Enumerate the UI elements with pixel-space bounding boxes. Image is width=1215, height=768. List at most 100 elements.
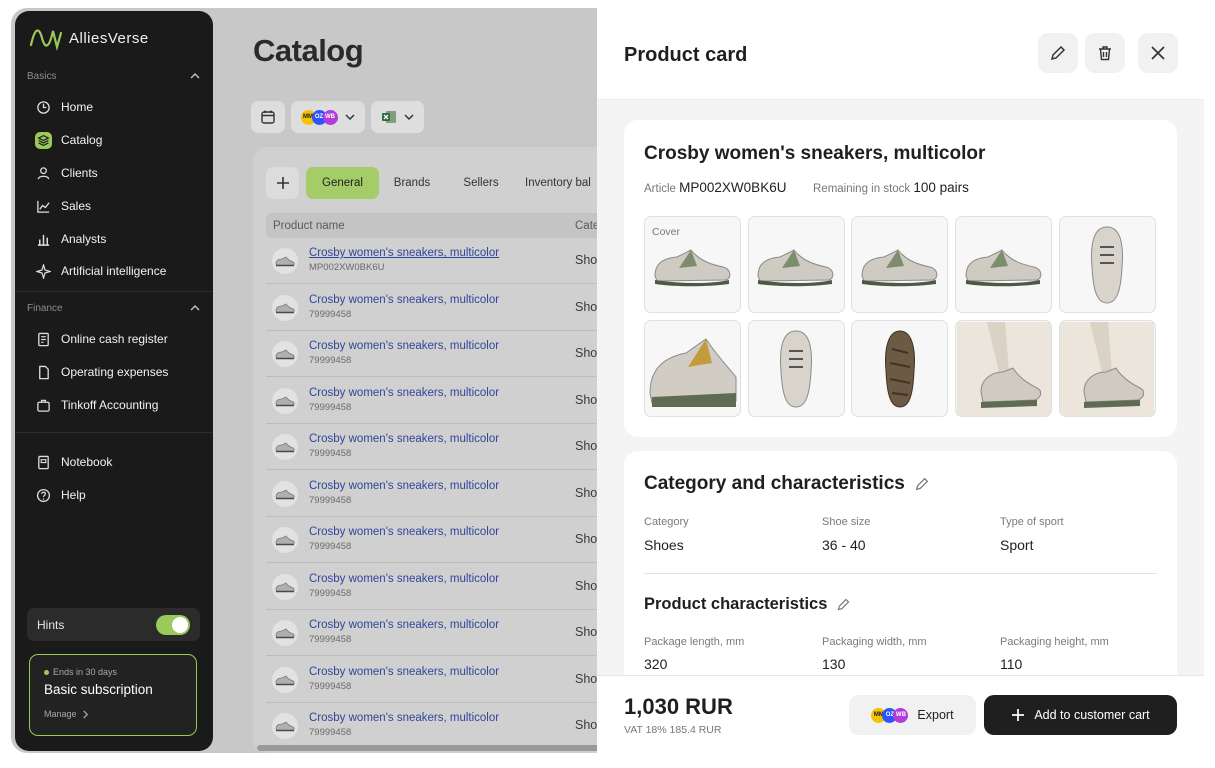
product-category: Sho bbox=[575, 718, 598, 732]
table-row[interactable]: Crosby women's sneakers, multicolor 79999… bbox=[266, 285, 613, 331]
product-name-link[interactable]: Crosby women's sneakers, multicolor bbox=[309, 294, 499, 306]
table-row[interactable]: Crosby women's sneakers, multicolor 79999… bbox=[266, 471, 613, 517]
table-row[interactable]: Crosby women's sneakers, multicolor MP002… bbox=[266, 238, 613, 284]
product-image-thumbnail[interactable] bbox=[1058, 216, 1156, 313]
hints-toggle[interactable] bbox=[156, 614, 190, 635]
logo: AlliesVerse bbox=[29, 25, 149, 51]
section-basics-header[interactable]: Basics bbox=[27, 70, 201, 82]
line-chart-icon bbox=[35, 198, 52, 215]
product-name-link[interactable]: Crosby women's sneakers, multicolor bbox=[309, 247, 499, 259]
product-category: Sho bbox=[575, 578, 598, 593]
plus-icon bbox=[1012, 709, 1025, 721]
product-thumbnail bbox=[272, 666, 298, 693]
product-image-thumbnail[interactable] bbox=[851, 320, 949, 417]
product-thumbnail bbox=[272, 527, 298, 553]
hints-label: Hints bbox=[37, 617, 65, 632]
tab-general[interactable]: General bbox=[306, 167, 379, 199]
excel-export-select[interactable] bbox=[371, 101, 424, 133]
trash-icon bbox=[1099, 46, 1111, 61]
product-name-link[interactable]: Crosby women's sneakers, multicolor bbox=[309, 526, 499, 538]
product-image-thumbnail[interactable] bbox=[747, 216, 845, 313]
product-name-link[interactable]: Crosby women's sneakers, multicolor bbox=[309, 619, 499, 631]
product-thumbnail bbox=[272, 387, 298, 414]
subscription-card[interactable]: Ends in 30 days Basic subscription Manag… bbox=[29, 654, 197, 736]
product-image-thumbnail[interactable] bbox=[851, 216, 949, 313]
product-name-link[interactable]: Crosby women's sneakers, multicolor bbox=[309, 573, 499, 585]
pencil-icon[interactable] bbox=[836, 597, 851, 612]
product-code: 79999458 bbox=[309, 355, 352, 366]
delete-button[interactable] bbox=[1085, 33, 1125, 73]
product-image-thumbnail[interactable]: Cover bbox=[644, 216, 741, 313]
sidebar-item-operating-expenses[interactable]: Operating expenses bbox=[27, 357, 201, 387]
product-image-thumbnail[interactable] bbox=[955, 216, 1053, 313]
table-row[interactable]: Crosby women's sneakers, multicolor 79999… bbox=[266, 657, 613, 703]
edit-button[interactable] bbox=[1038, 33, 1078, 73]
product-thumbnail bbox=[272, 713, 298, 739]
product-name-link[interactable]: Crosby women's sneakers, multicolor bbox=[309, 712, 499, 724]
product-category: Sho bbox=[575, 346, 598, 360]
document-icon bbox=[35, 364, 52, 381]
sidebar-item-analysts[interactable]: Analysts bbox=[27, 224, 201, 254]
chevron-up-icon bbox=[190, 304, 200, 311]
section-finance-header[interactable]: Finance bbox=[27, 302, 201, 314]
table-row[interactable]: Crosby women's sneakers, multicolor 79999… bbox=[266, 378, 613, 424]
sidebar-item-home[interactable]: Home bbox=[27, 92, 201, 122]
logo-wave-icon bbox=[29, 29, 63, 51]
characteristics-box: Category and characteristics Category Sh… bbox=[624, 451, 1177, 691]
layers-icon bbox=[35, 131, 52, 149]
vat-info: VAT 18% 185.4 RUR bbox=[624, 724, 722, 736]
product-image-thumbnail[interactable] bbox=[1058, 320, 1156, 417]
pencil-icon[interactable] bbox=[914, 476, 930, 492]
sparkle-icon bbox=[35, 263, 52, 280]
product-code: 79999458 bbox=[309, 727, 352, 738]
marketplace-select[interactable]: MM OZ WB bbox=[291, 101, 365, 133]
hints-row: Hints bbox=[27, 608, 200, 641]
tab-sellers[interactable]: Sellers bbox=[450, 167, 512, 199]
sidebar-item-catalog[interactable]: Catalog bbox=[27, 125, 201, 155]
sidebar-item-sales[interactable]: Sales bbox=[27, 191, 201, 221]
marketplace-logos: MM OZ WB bbox=[300, 109, 338, 125]
table-row[interactable]: Crosby women's sneakers, multicolor 79999… bbox=[266, 703, 613, 749]
manage-link[interactable]: Manage bbox=[44, 709, 182, 719]
product-name-link[interactable]: Crosby women's sneakers, multicolor bbox=[309, 433, 499, 445]
product-code: 79999458 bbox=[309, 448, 352, 459]
product-name-link[interactable]: Crosby women's sneakers, multicolor bbox=[309, 666, 499, 678]
close-button[interactable] bbox=[1138, 33, 1178, 73]
help-icon bbox=[35, 487, 52, 504]
plus-icon bbox=[276, 177, 289, 189]
logo-text: AlliesVerse bbox=[69, 29, 149, 47]
product-name-link[interactable]: Crosby women's sneakers, multicolor bbox=[309, 340, 499, 352]
sidebar-item-clients[interactable]: Clients bbox=[27, 158, 201, 188]
product-name-link[interactable]: Crosby women's sneakers, multicolor bbox=[309, 480, 499, 492]
product-category: Sho bbox=[575, 485, 598, 500]
table-row[interactable]: Crosby women's sneakers, multicolor 79999… bbox=[266, 564, 613, 610]
product-image-thumbnail[interactable] bbox=[955, 320, 1053, 417]
table-row[interactable]: Crosby women's sneakers, multicolor 79999… bbox=[266, 424, 613, 470]
product-thumbnail bbox=[272, 620, 298, 646]
column-product-name[interactable]: Product name bbox=[273, 220, 345, 232]
sidebar-item-notebook[interactable]: Notebook bbox=[27, 447, 201, 477]
calendar-icon bbox=[261, 110, 275, 124]
column-category[interactable]: Cate bbox=[575, 220, 599, 232]
sidebar-item-tinkoff[interactable]: Tinkoff Accounting bbox=[27, 390, 201, 420]
horizontal-scrollbar[interactable] bbox=[257, 745, 607, 751]
calendar-button[interactable] bbox=[251, 101, 285, 133]
table-row[interactable]: Crosby women's sneakers, multicolor 79999… bbox=[266, 610, 613, 656]
notebook-icon bbox=[35, 454, 52, 471]
chevron-down-icon bbox=[344, 114, 355, 121]
export-button[interactable]: MM OZ WB Export bbox=[849, 695, 976, 735]
table-row[interactable]: Crosby women's sneakers, multicolor 79999… bbox=[266, 331, 613, 377]
user-icon bbox=[35, 165, 52, 182]
sidebar-item-ai[interactable]: Artificial intelligence bbox=[27, 256, 201, 286]
status-dot bbox=[44, 669, 49, 675]
sidebar-item-cash-register[interactable]: Online cash register bbox=[27, 324, 201, 354]
excel-icon bbox=[381, 111, 396, 123]
product-name-link[interactable]: Crosby women's sneakers, multicolor bbox=[309, 387, 499, 399]
product-image-thumbnail[interactable] bbox=[644, 320, 741, 417]
product-image-thumbnail[interactable] bbox=[747, 320, 845, 417]
add-to-cart-button[interactable]: Add to customer cart bbox=[984, 695, 1177, 735]
table-row[interactable]: Crosby women's sneakers, multicolor 79999… bbox=[266, 517, 613, 563]
add-button[interactable] bbox=[266, 167, 299, 199]
sidebar-item-help[interactable]: Help bbox=[27, 480, 201, 510]
tab-brands[interactable]: Brands bbox=[383, 167, 441, 199]
